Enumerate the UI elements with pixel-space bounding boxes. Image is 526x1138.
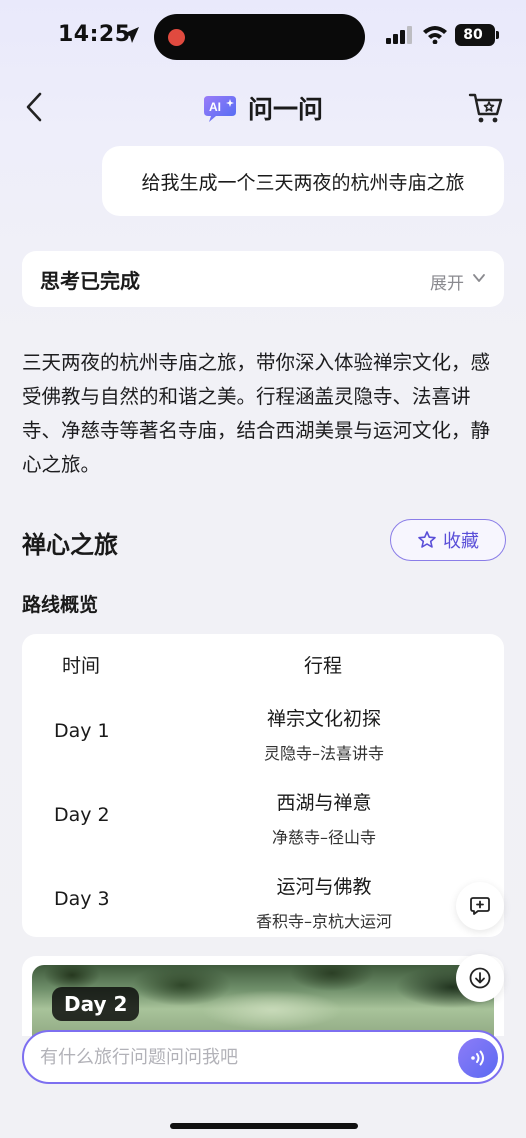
thinking-status: 思考已完成 bbox=[40, 269, 140, 293]
cellular-signal-icon bbox=[386, 26, 412, 44]
expand-button[interactable]: 展开 bbox=[430, 269, 464, 294]
row-day: Day 2 bbox=[54, 804, 110, 826]
row-day: Day 3 bbox=[54, 888, 110, 910]
star-icon bbox=[418, 531, 436, 548]
page-title: 问一问 bbox=[248, 95, 324, 124]
row-title: 西湖与禅意 bbox=[276, 792, 372, 814]
chevron-down-icon[interactable] bbox=[472, 271, 486, 285]
user-message-text: 给我生成一个三天两夜的杭州寺庙之旅 bbox=[141, 171, 465, 194]
user-message-bubble: 给我生成一个三天两夜的杭州寺庙之旅 bbox=[102, 146, 504, 216]
battery-level: 80 bbox=[463, 27, 483, 43]
feedback-button[interactable] bbox=[456, 882, 504, 930]
chat-input-bar bbox=[22, 1030, 504, 1084]
dynamic-island bbox=[154, 14, 365, 60]
chat-add-icon bbox=[470, 897, 490, 915]
day-image-card[interactable]: Day 2 bbox=[22, 956, 504, 1036]
battery-icon: 80 bbox=[455, 24, 495, 46]
location-arrow-icon bbox=[123, 27, 139, 43]
ai-logo-text: AI bbox=[209, 100, 221, 114]
table-row: Day 1 禅宗文化初探 灵隐寺–法喜讲寺 bbox=[22, 694, 504, 778]
row-route: 香积寺–京杭大运河 bbox=[255, 912, 392, 931]
scroll-down-button[interactable] bbox=[456, 954, 504, 1002]
table-row: Day 3 运河与佛教 香积寺–京杭大运河 bbox=[22, 862, 504, 946]
status-bar: 14:25 80 bbox=[0, 0, 526, 72]
day-badge: Day 2 bbox=[52, 987, 140, 1021]
favorite-button[interactable]: 收藏 bbox=[390, 519, 506, 561]
row-day: Day 1 bbox=[54, 720, 110, 742]
route-table: 时间 行程 Day 1 禅宗文化初探 灵隐寺–法喜讲寺 Day 2 西湖与禅意 … bbox=[22, 634, 504, 937]
thinking-card[interactable]: 思考已完成 展开 bbox=[22, 251, 504, 307]
row-route: 净慈寺–径山寺 bbox=[271, 828, 376, 847]
day-photo[interactable]: Day 2 bbox=[32, 965, 494, 1036]
status-time: 14:25 bbox=[58, 22, 131, 47]
row-route: 灵隐寺–法喜讲寺 bbox=[263, 744, 384, 763]
favorite-label: 收藏 bbox=[443, 531, 479, 552]
column-header-trip: 行程 bbox=[304, 655, 343, 677]
back-button[interactable] bbox=[22, 90, 50, 124]
voice-button[interactable] bbox=[458, 1038, 498, 1078]
itinerary-title: 禅心之旅 bbox=[22, 531, 118, 559]
page-title-group: AI 问一问 bbox=[204, 88, 323, 128]
home-indicator bbox=[170, 1123, 358, 1129]
chat-input[interactable] bbox=[40, 1040, 440, 1074]
battery-cap bbox=[496, 31, 499, 39]
arrow-down-circle-icon bbox=[469, 967, 491, 989]
cart-icon[interactable] bbox=[468, 90, 504, 126]
answer-intro: 三天两夜的杭州寺庙之旅，带你深入体验禅宗文化，感受佛教与自然的和谐之美。行程涵盖… bbox=[22, 351, 491, 476]
route-overview-title: 路线概览 bbox=[22, 594, 99, 616]
wifi-icon bbox=[423, 26, 447, 44]
row-title: 运河与佛教 bbox=[276, 876, 372, 898]
row-title: 禅宗文化初探 bbox=[266, 708, 381, 730]
table-row: Day 2 西湖与禅意 净慈寺–径山寺 bbox=[22, 778, 504, 862]
ai-logo-icon: AI bbox=[204, 96, 236, 122]
column-header-time: 时间 bbox=[62, 655, 101, 677]
recording-indicator bbox=[168, 29, 185, 46]
voice-wave-icon bbox=[471, 1050, 484, 1066]
